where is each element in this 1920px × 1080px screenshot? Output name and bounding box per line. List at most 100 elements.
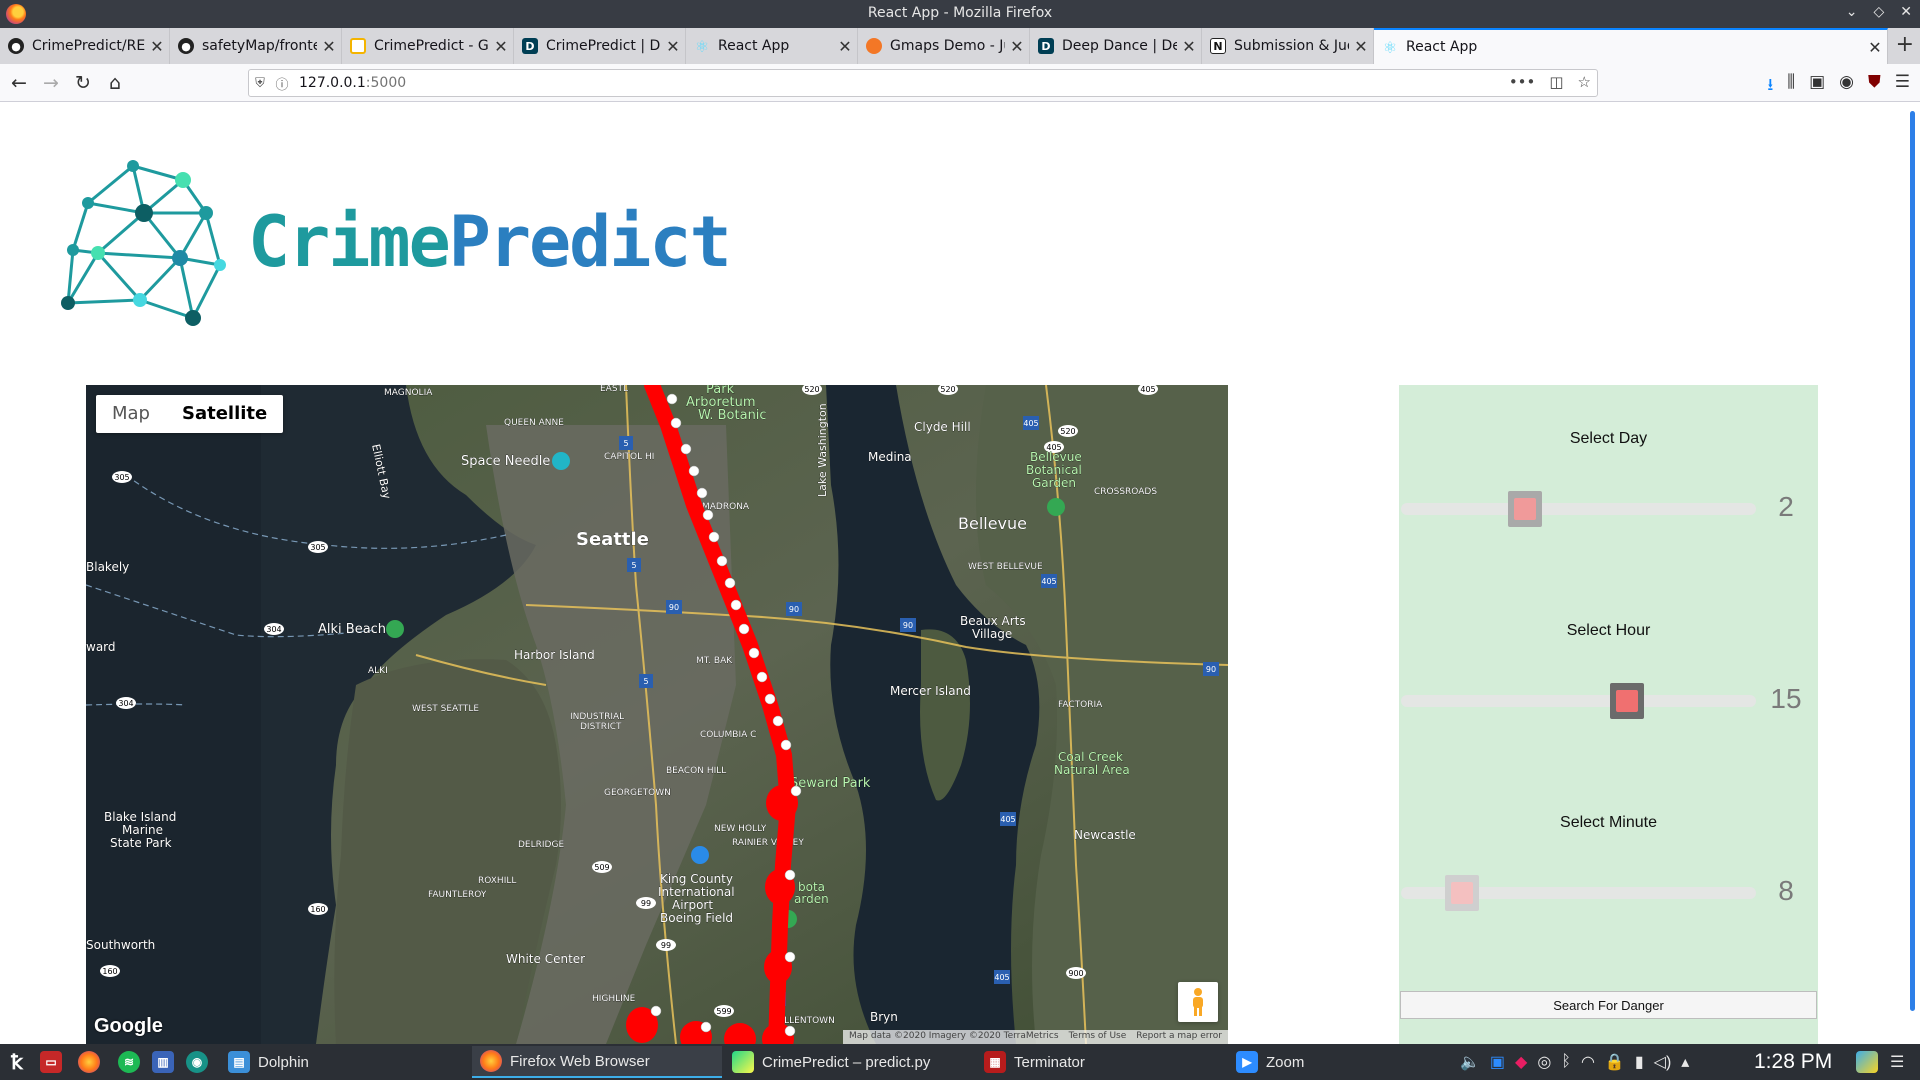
tab-active[interactable]: ⚛ React App ✕: [1374, 28, 1888, 64]
expand-tray-icon[interactable]: ▴: [1681, 1052, 1689, 1072]
wifi-icon[interactable]: ◠: [1581, 1052, 1595, 1072]
tab-close-button[interactable]: ✕: [661, 37, 685, 56]
sidebar-icon[interactable]: ▣: [1809, 72, 1825, 101]
minimize-button[interactable]: ⌄: [1846, 4, 1858, 20]
tab-close-button[interactable]: ✕: [1005, 37, 1029, 56]
tab-label: safetyMap/frontend at: [202, 38, 317, 54]
map-label: GEORGETOWN: [604, 788, 671, 798]
show-desktop-icon[interactable]: [1856, 1044, 1886, 1080]
task-pycharm[interactable]: CrimePredict – predict.py: [724, 1046, 974, 1078]
map-type-satellite-button[interactable]: Satellite: [166, 395, 283, 433]
tab[interactable]: ● safetyMap/frontend at ✕: [170, 28, 342, 64]
downloads-icon[interactable]: ⭳: [1767, 72, 1773, 101]
task-label: Dolphin: [258, 1053, 309, 1071]
bookmark-star-icon[interactable]: ☆: [1578, 73, 1591, 91]
home-button[interactable]: ⌂: [102, 70, 128, 96]
url-text[interactable]: 127.0.0.1:5000: [299, 75, 406, 91]
hour-slider-track[interactable]: [1401, 695, 1756, 707]
day-slider-track[interactable]: [1401, 503, 1756, 515]
maximize-button[interactable]: ◇: [1873, 4, 1884, 20]
clock[interactable]: 1:28 PM: [1754, 1050, 1832, 1074]
map-label: Lake Washington: [816, 403, 829, 497]
panel-menu-icon[interactable]: ☰: [1890, 1044, 1904, 1080]
page-actions-button[interactable]: •••: [1509, 73, 1536, 91]
url-bar[interactable]: ⛨ ⓘ 127.0.0.1:5000 ••• ◫ ☆: [248, 69, 1598, 97]
tab[interactable]: Gmaps Demo - Jupyter ✕: [858, 28, 1030, 64]
terminal-icon[interactable]: ▭: [40, 1044, 70, 1080]
library-icon[interactable]: ⫼: [1787, 72, 1795, 101]
page-scrollbar[interactable]: [1906, 103, 1920, 1044]
account-icon[interactable]: ◉: [1839, 72, 1854, 101]
map-label: ward: [86, 640, 116, 654]
gitkraken-icon[interactable]: ◉: [186, 1044, 216, 1080]
tab[interactable]: D Deep Dance | Devpost ✕: [1030, 28, 1202, 64]
task-terminator[interactable]: ▦ Terminator: [976, 1046, 1226, 1078]
reload-button[interactable]: ↻: [70, 70, 96, 96]
pegman-icon[interactable]: [1178, 982, 1218, 1022]
tab-close-button[interactable]: ✕: [833, 37, 857, 56]
kde-menu-icon[interactable]: ꝁ: [6, 1044, 36, 1080]
volume-icon[interactable]: 🔈: [1460, 1052, 1480, 1072]
info-icon[interactable]: ⓘ: [271, 74, 293, 93]
tab[interactable]: D CrimePredict | Devpost ✕: [514, 28, 686, 64]
shield-icon[interactable]: ⛨: [249, 76, 271, 91]
minute-slider-thumb[interactable]: [1444, 875, 1479, 911]
tab[interactable]: ⚛ React App ✕: [686, 28, 858, 64]
zoom-tray-icon[interactable]: ▣: [1490, 1052, 1505, 1072]
ublock-icon[interactable]: ⛊: [1868, 72, 1881, 101]
tab-label: CrimePredict/README.r: [32, 38, 145, 54]
hour-slider-thumb[interactable]: [1610, 683, 1645, 719]
task-dolphin[interactable]: ▤ Dolphin: [220, 1046, 470, 1078]
dolphin-icon: ▤: [228, 1051, 250, 1073]
tab-close-button[interactable]: ✕: [145, 37, 169, 56]
close-window-button[interactable]: ✕: [1900, 4, 1912, 20]
route-shield: 99: [661, 941, 671, 950]
task-firefox[interactable]: Firefox Web Browser: [472, 1046, 722, 1078]
firefox-icon[interactable]: [78, 1044, 108, 1080]
tab-close-button[interactable]: ✕: [1863, 38, 1887, 57]
scrollbar-thumb[interactable]: [1910, 111, 1915, 1011]
task-label: Zoom: [1266, 1053, 1305, 1071]
map-label: HIGHLINE: [592, 994, 636, 1004]
back-button[interactable]: ←: [6, 70, 32, 96]
map-label: WEST SEATTLE: [412, 704, 479, 714]
new-tab-button[interactable]: +: [1896, 32, 1914, 57]
task-zoom[interactable]: ▶ Zoom: [1228, 1046, 1428, 1078]
map-view[interactable]: 305 305 304 304 160 160 5 5 5 5 90 90 90…: [86, 385, 1228, 1044]
map-attribution: Map data ©2020 Imagery ©2020 TerraMetric…: [843, 1030, 1228, 1044]
lock-icon[interactable]: 🔒: [1605, 1052, 1625, 1072]
battery-icon[interactable]: ▮: [1635, 1052, 1644, 1072]
pocket-icon[interactable]: ◫: [1549, 73, 1563, 91]
tab-close-button[interactable]: ✕: [1349, 37, 1373, 56]
map-label: Airport: [672, 898, 713, 912]
bluetooth-icon[interactable]: ᛒ: [1561, 1053, 1571, 1071]
tab[interactable]: N Submission & Judging ✕: [1202, 28, 1374, 64]
report-map-error-link[interactable]: Report a map error: [1136, 1031, 1222, 1043]
tab-close-button[interactable]: ✕: [1177, 37, 1201, 56]
jetbrains-icon[interactable]: ◆: [1515, 1052, 1527, 1072]
github-icon: ●: [178, 38, 194, 54]
jira-icon[interactable]: ▥: [152, 1044, 182, 1080]
task-label: Terminator: [1014, 1053, 1085, 1071]
route-shield: 520: [940, 385, 955, 394]
tab-close-button[interactable]: ✕: [489, 37, 513, 56]
menu-icon[interactable]: ☰: [1895, 72, 1910, 101]
terms-of-use-link[interactable]: Terms of Use: [1069, 1031, 1127, 1043]
search-for-danger-button[interactable]: Search For Danger: [1400, 991, 1817, 1019]
route-shield: 305: [114, 473, 129, 482]
spotify-icon[interactable]: ≋: [118, 1044, 148, 1080]
map-label: White Center: [506, 952, 585, 966]
day-slider-thumb[interactable]: [1508, 491, 1542, 527]
tab-label: CrimePredict | Devpost: [546, 38, 661, 54]
tab[interactable]: CrimePredict - Google S ✕: [342, 28, 514, 64]
tab-close-button[interactable]: ✕: [317, 37, 341, 56]
speaker-icon[interactable]: ◁): [1654, 1052, 1672, 1072]
notion-icon: N: [1210, 38, 1226, 54]
taskbar: ꝁ ▭ ≋ ▥ ◉ ▤ Dolphin Firefox Web Browser …: [0, 1044, 1920, 1080]
map-type-map-button[interactable]: Map: [96, 395, 166, 433]
firefox-icon: [480, 1050, 502, 1072]
steam-icon[interactable]: ◎: [1537, 1052, 1551, 1072]
route-shield: 5: [643, 677, 648, 686]
forward-button[interactable]: →: [38, 70, 64, 96]
tab[interactable]: ● CrimePredict/README.r ✕: [0, 28, 170, 64]
